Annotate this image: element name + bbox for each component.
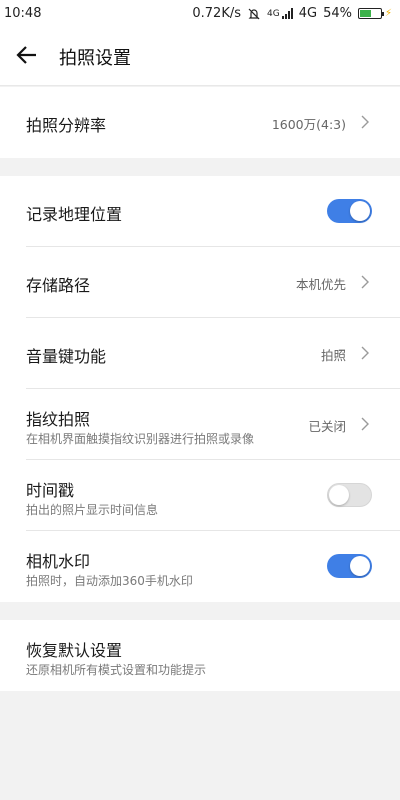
battery-fill — [359, 10, 371, 17]
resolution-value: 1600万(4:3) — [271, 117, 346, 132]
fingerprint-label: 指纹拍照 — [26, 410, 91, 429]
chevron-right-icon — [361, 275, 369, 289]
fingerprint-row[interactable]: 指纹拍照 在相机界面触摸指纹识别器进行拍照或录像 已关闭 — [26, 389, 400, 460]
chevron-right-icon — [361, 115, 369, 129]
network-speed: 0.72K/s — [192, 6, 241, 21]
signal-icon — [281, 8, 293, 19]
reset-sub: 还原相机所有模式设置和功能提示 — [26, 663, 207, 677]
reset-row[interactable]: 恢复默认设置 还原相机所有模式设置和功能提示 — [26, 620, 400, 691]
storage-label: 存储路径 — [26, 276, 91, 295]
timestamp-row[interactable]: 时间戳 拍出的照片显示时间信息 — [26, 460, 400, 531]
section-reset: 恢复默认设置 还原相机所有模式设置和功能提示 — [0, 620, 400, 691]
status-time: 10:48 — [4, 6, 42, 21]
storage-value: 本机优先 — [295, 277, 346, 292]
toggle-knob — [329, 485, 349, 505]
toggle-knob — [350, 556, 370, 576]
resolution-row[interactable]: 拍照分辨率 1600万(4:3) — [26, 87, 400, 158]
charging-icon: ⚡ — [384, 8, 392, 19]
app-header: 拍照设置 — [0, 28, 400, 86]
volume-key-row[interactable]: 音量键功能 拍照 — [26, 318, 400, 389]
location-row[interactable]: 记录地理位置 — [26, 176, 400, 247]
reset-label: 恢复默认设置 — [26, 641, 123, 660]
timestamp-sub: 拍出的照片显示时间信息 — [26, 503, 159, 517]
back-arrow-icon[interactable] — [14, 42, 40, 68]
section-settings: 记录地理位置 存储路径 本机优先 音量键功能 拍照 指纹拍照 在相机界面触摸指纹… — [0, 176, 400, 602]
network-indicator: 4G — [267, 8, 293, 19]
location-toggle[interactable] — [327, 199, 372, 223]
watermark-toggle[interactable] — [327, 554, 372, 578]
watermark-sub: 拍照时，自动添加360手机水印 — [26, 574, 193, 588]
resolution-label: 拍照分辨率 — [26, 116, 107, 135]
toggle-knob — [350, 201, 370, 221]
page-title: 拍照设置 — [59, 48, 131, 69]
network-label: 4G — [298, 6, 318, 21]
volume-key-value: 拍照 — [320, 348, 346, 363]
status-right: 0.72K/s 4G 4G 54% ⚡ — [192, 6, 392, 21]
battery-percent: 54% — [323, 6, 352, 21]
storage-row[interactable]: 存储路径 本机优先 — [26, 247, 400, 318]
fingerprint-sub: 在相机界面触摸指纹识别器进行拍照或录像 — [26, 432, 255, 446]
chevron-right-icon — [361, 417, 369, 431]
volume-key-label: 音量键功能 — [26, 347, 107, 366]
fingerprint-value: 已关闭 — [308, 419, 346, 434]
battery-icon — [357, 8, 384, 19]
mute-bell-icon — [248, 8, 260, 19]
timestamp-toggle[interactable] — [327, 483, 372, 507]
chevron-right-icon — [361, 346, 369, 360]
section-resolution: 拍照分辨率 1600万(4:3) — [0, 87, 400, 158]
status-bar: 10:48 0.72K/s 4G 4G 54% ⚡ — [0, 0, 400, 28]
network-small-label: 4G — [267, 8, 280, 19]
watermark-label: 相机水印 — [26, 552, 91, 571]
timestamp-label: 时间戳 — [26, 481, 75, 500]
location-label: 记录地理位置 — [26, 205, 123, 224]
watermark-row[interactable]: 相机水印 拍照时，自动添加360手机水印 — [26, 531, 400, 602]
